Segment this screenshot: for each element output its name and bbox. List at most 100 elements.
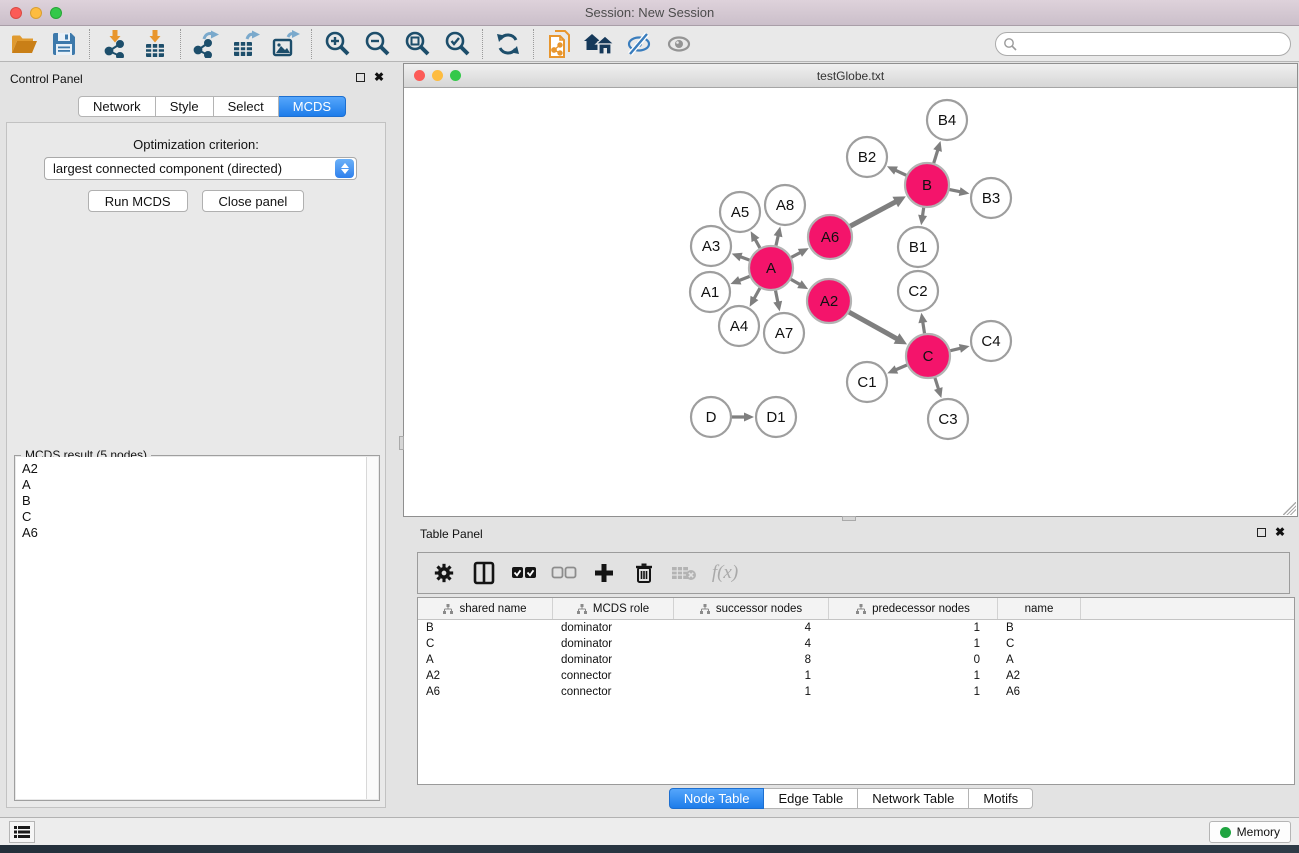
table-options-button[interactable] [426, 556, 462, 590]
toolbar-separator [533, 29, 534, 59]
network-graph[interactable]: B4B2BB3A8A5A6A3B1AC2A1A2A4A7C4CC1C3DD1 [404, 88, 1297, 516]
table-row[interactable]: A2connector11A2 [418, 668, 1294, 684]
tab-mcds[interactable]: MCDS [279, 96, 346, 117]
import-network-button[interactable] [95, 28, 135, 60]
open-session-button[interactable] [4, 28, 44, 60]
canvas-vscroll-thumb[interactable] [399, 436, 404, 450]
table-cell: A6 [418, 686, 553, 698]
eye-icon [665, 31, 693, 57]
zoom-fit-icon [404, 30, 431, 57]
tab-edge-table[interactable]: Edge Table [764, 788, 858, 809]
toolbar-separator [482, 29, 483, 59]
mcds-result-item[interactable]: B [22, 493, 366, 509]
search-field[interactable] [995, 32, 1291, 56]
table-cell: dominator [553, 622, 674, 634]
task-history-button[interactable] [9, 821, 35, 843]
table-cell: 4 [674, 622, 829, 634]
search-input[interactable] [1017, 35, 1290, 53]
checked-boxes-icon [511, 566, 537, 580]
table-cell: B [418, 622, 553, 634]
function-builder-button[interactable]: f(x) [706, 556, 742, 590]
close-panel-icon[interactable]: ✖ [374, 72, 384, 82]
optimization-criterion-label: Optimization criterion: [7, 137, 385, 152]
table-header-row[interactable]: shared name MCDS rolesuccessor nodesprede… [418, 598, 1294, 620]
float-table-panel-icon[interactable] [1257, 528, 1266, 537]
table-cell: 1 [674, 686, 829, 698]
apply-layout-button[interactable] [488, 28, 528, 60]
unselect-all-columns-button[interactable] [546, 556, 582, 590]
export-network-button[interactable] [186, 28, 226, 60]
create-column-button[interactable] [586, 556, 622, 590]
table-row[interactable]: A6connector11A6 [418, 684, 1294, 700]
column-header-label: shared name [459, 603, 526, 615]
table-toolbar: f(x) [417, 552, 1290, 594]
table-row[interactable]: Adominator80A [418, 652, 1294, 668]
criterion-dropdown[interactable]: largest connected component (directed) [44, 157, 357, 180]
mcds-tab-content: Optimization criterion: largest connecte… [6, 122, 386, 808]
resize-grip-icon[interactable] [1283, 502, 1296, 515]
tab-network-table[interactable]: Network Table [858, 788, 969, 809]
column-type-icon [443, 604, 453, 614]
graph-node-label: B [922, 177, 932, 194]
open-folder-icon [9, 31, 39, 57]
table-cell: A2 [418, 670, 553, 682]
mcds-result-item[interactable]: A [22, 477, 366, 493]
network-canvas[interactable]: B4B2BB3A8A5A6A3B1AC2A1A2A4A7C4CC1C3DD1 [404, 88, 1297, 516]
edge-arrowhead [732, 253, 743, 261]
column-header-shared-name[interactable]: shared name [418, 598, 553, 619]
status-bar: Memory [0, 817, 1299, 845]
zoom-out-button[interactable] [357, 28, 397, 60]
delete-columns-button[interactable] [626, 556, 662, 590]
graph-node-label: A7 [775, 325, 793, 342]
column-header-name[interactable]: name [998, 598, 1081, 619]
refresh-icon [495, 31, 521, 57]
node-table[interactable]: shared name MCDS rolesuccessor nodesprede… [417, 597, 1295, 785]
zoom-fit-button[interactable] [397, 28, 437, 60]
close-table-panel-icon[interactable]: ✖ [1275, 527, 1285, 537]
first-neighbors-button[interactable] [579, 28, 619, 60]
show-columns-button[interactable] [466, 556, 502, 590]
column-header-label: name [1025, 603, 1054, 615]
mcds-result-item[interactable]: C [22, 509, 366, 525]
column-header-successor-nodes[interactable]: successor nodes [674, 598, 829, 619]
mcds-result-item[interactable]: A2 [22, 461, 366, 477]
zoom-out-icon [364, 30, 391, 57]
mcds-list-scrollbar[interactable] [366, 457, 378, 799]
clone-network-button[interactable] [539, 28, 579, 60]
export-image-button[interactable] [266, 28, 306, 60]
table-cell: A2 [998, 670, 1081, 682]
tab-style[interactable]: Style [156, 96, 214, 117]
save-floppy-icon [51, 31, 77, 57]
export-table-button[interactable] [226, 28, 266, 60]
columns-icon [473, 561, 495, 585]
import-table-button[interactable] [135, 28, 175, 60]
hide-details-button[interactable] [619, 28, 659, 60]
select-all-columns-button[interactable] [506, 556, 542, 590]
table-row[interactable]: Cdominator41C [418, 636, 1294, 652]
memory-button[interactable]: Memory [1209, 821, 1291, 843]
table-cell: connector [553, 670, 674, 682]
mcds-result-list[interactable]: A2ABCA6 [16, 457, 378, 799]
table-row[interactable]: Bdominator41B [418, 620, 1294, 636]
graph-node-label: B3 [982, 190, 1000, 207]
delete-table-button[interactable] [666, 556, 702, 590]
close-panel-button[interactable]: Close panel [202, 190, 305, 212]
run-mcds-button[interactable]: Run MCDS [88, 190, 188, 212]
zoom-in-button[interactable] [317, 28, 357, 60]
tab-node-table[interactable]: Node Table [669, 788, 765, 809]
show-details-button[interactable] [659, 28, 699, 60]
tab-select[interactable]: Select [214, 96, 279, 117]
save-session-button[interactable] [44, 28, 84, 60]
float-panel-icon[interactable] [356, 73, 365, 82]
control-panel: Control Panel ✖ NetworkStyleSelectMCDS O… [0, 65, 392, 817]
network-window-titlebar[interactable]: testGlobe.txt [404, 64, 1297, 88]
tab-motifs[interactable]: Motifs [969, 788, 1033, 809]
column-header-MCDS-role[interactable]: MCDS role [553, 598, 674, 619]
table-cell: 1 [829, 622, 998, 634]
column-header-predecessor-nodes[interactable]: predecessor nodes [829, 598, 998, 619]
mcds-result-item[interactable]: A6 [22, 525, 366, 541]
table-cell: 1 [674, 670, 829, 682]
table-cell: B [998, 622, 1081, 634]
tab-network[interactable]: Network [78, 96, 156, 117]
zoom-selected-button[interactable] [437, 28, 477, 60]
